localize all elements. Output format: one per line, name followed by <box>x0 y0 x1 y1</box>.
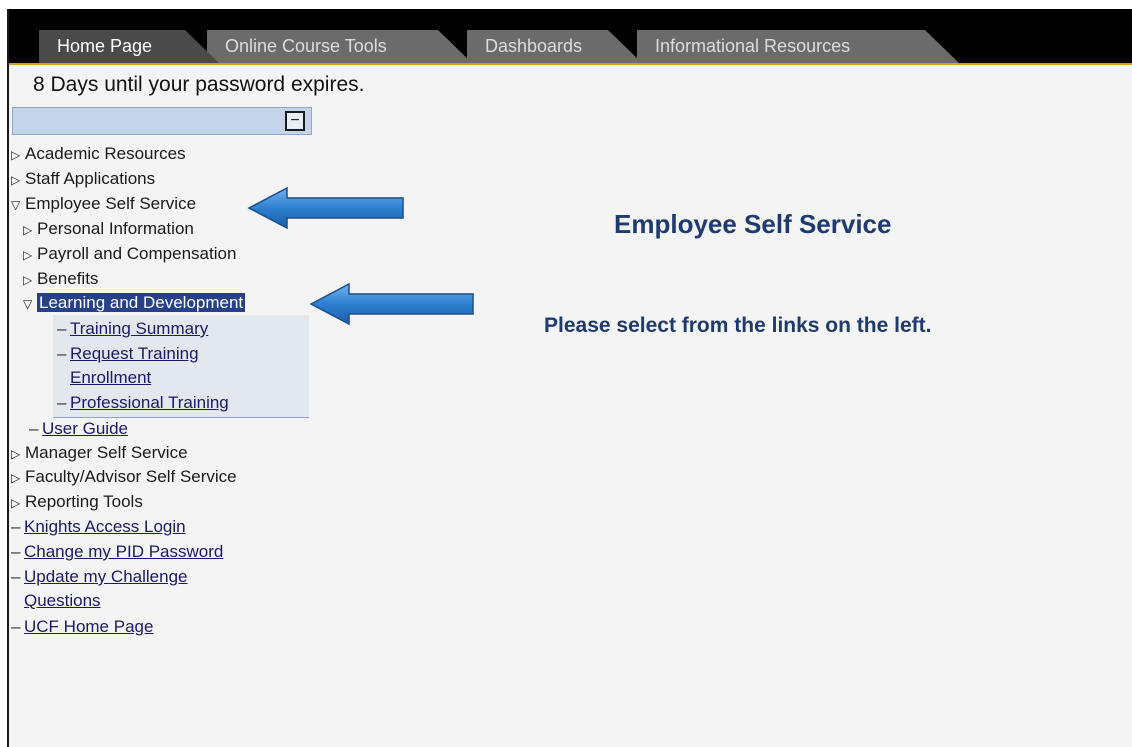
menu-item-staff-applications[interactable]: ▷ Staff Applications <box>11 168 155 191</box>
menu-item-academic-resources[interactable]: ▷ Academic Resources <box>11 143 186 166</box>
menu-item-personal-information[interactable]: ▷ Personal Information <box>23 218 194 241</box>
dash-icon: – <box>11 567 21 586</box>
left-arrow-icon <box>247 186 404 230</box>
triangle-down-icon: ▽ <box>11 198 21 212</box>
triangle-right-icon: ▷ <box>23 273 33 287</box>
tab-online-course-tools[interactable]: Online Course Tools <box>207 30 472 63</box>
tab-dashboards[interactable]: Dashboards <box>467 30 642 63</box>
dash-icon: – <box>11 542 21 561</box>
triangle-right-icon: ▷ <box>23 248 33 262</box>
triangle-right-icon: ▷ <box>11 496 21 510</box>
dash-icon: – <box>29 419 39 438</box>
menu-item-reporting-tools[interactable]: ▷ Reporting Tools <box>11 491 143 514</box>
menu-item-manager-self-service[interactable]: ▷ Manager Self Service <box>11 442 188 465</box>
triangle-right-icon: ▷ <box>11 471 21 485</box>
dash-icon: – <box>57 319 67 338</box>
triangle-right-icon: ▷ <box>11 173 21 187</box>
triangle-down-icon: ▽ <box>23 297 33 311</box>
dash-icon: – <box>57 344 67 363</box>
dash-icon: – <box>11 617 21 636</box>
tab-informational-resources[interactable]: Informational Resources <box>637 30 959 63</box>
app-frame: Informational Resources Dashboards Onlin… <box>7 9 1132 747</box>
menu-item-benefits[interactable]: ▷ Benefits <box>23 268 98 291</box>
menu-item-knights-access-login[interactable]: – Knights Access Login <box>11 516 186 538</box>
menu-item-learning-development[interactable]: ▽ Learning and Development <box>23 292 246 315</box>
page-instruction: Please select from the links on the left… <box>544 314 932 337</box>
triangle-right-icon: ▷ <box>11 447 21 461</box>
menu-item-training-summary[interactable]: – Training Summary <box>57 318 208 340</box>
triangle-right-icon: ▷ <box>11 148 21 162</box>
dash-icon: – <box>11 517 21 536</box>
left-arrow-icon <box>309 282 474 326</box>
collapse-icon[interactable]: − <box>285 111 305 131</box>
menu-item-update-challenge-questions-cont[interactable]: Questions <box>24 590 101 612</box>
menu-item-professional-training[interactable]: – Professional Training <box>57 392 229 414</box>
tab-bar: Informational Resources Dashboards Onlin… <box>9 9 1132 65</box>
menu-item-payroll-compensation[interactable]: ▷ Payroll and Compensation <box>23 243 236 266</box>
menu-item-user-guide[interactable]: – User Guide <box>29 418 128 440</box>
menu-item-ucf-home-page[interactable]: – UCF Home Page <box>11 616 153 638</box>
triangle-right-icon: ▷ <box>23 223 33 237</box>
tab-home-page[interactable]: Home Page <box>39 30 219 63</box>
menu-item-faculty-advisor-self-service[interactable]: ▷ Faculty/Advisor Self Service <box>11 466 237 489</box>
menu-item-update-challenge-questions[interactable]: – Update my Challenge <box>11 566 187 588</box>
page-title: Employee Self Service <box>614 209 892 239</box>
menu-item-employee-self-service[interactable]: ▽ Employee Self Service <box>11 193 196 216</box>
password-expiry-notice: 8 Days until your password expires. <box>33 73 365 96</box>
menu-header-bar: − <box>12 107 312 135</box>
menu-item-request-training-enrollment-cont[interactable]: Enrollment <box>70 367 151 389</box>
dash-icon: – <box>57 393 67 412</box>
menu-item-change-pid-password[interactable]: – Change my PID Password <box>11 541 223 563</box>
menu-item-request-training-enrollment[interactable]: – Request Training <box>57 343 199 365</box>
